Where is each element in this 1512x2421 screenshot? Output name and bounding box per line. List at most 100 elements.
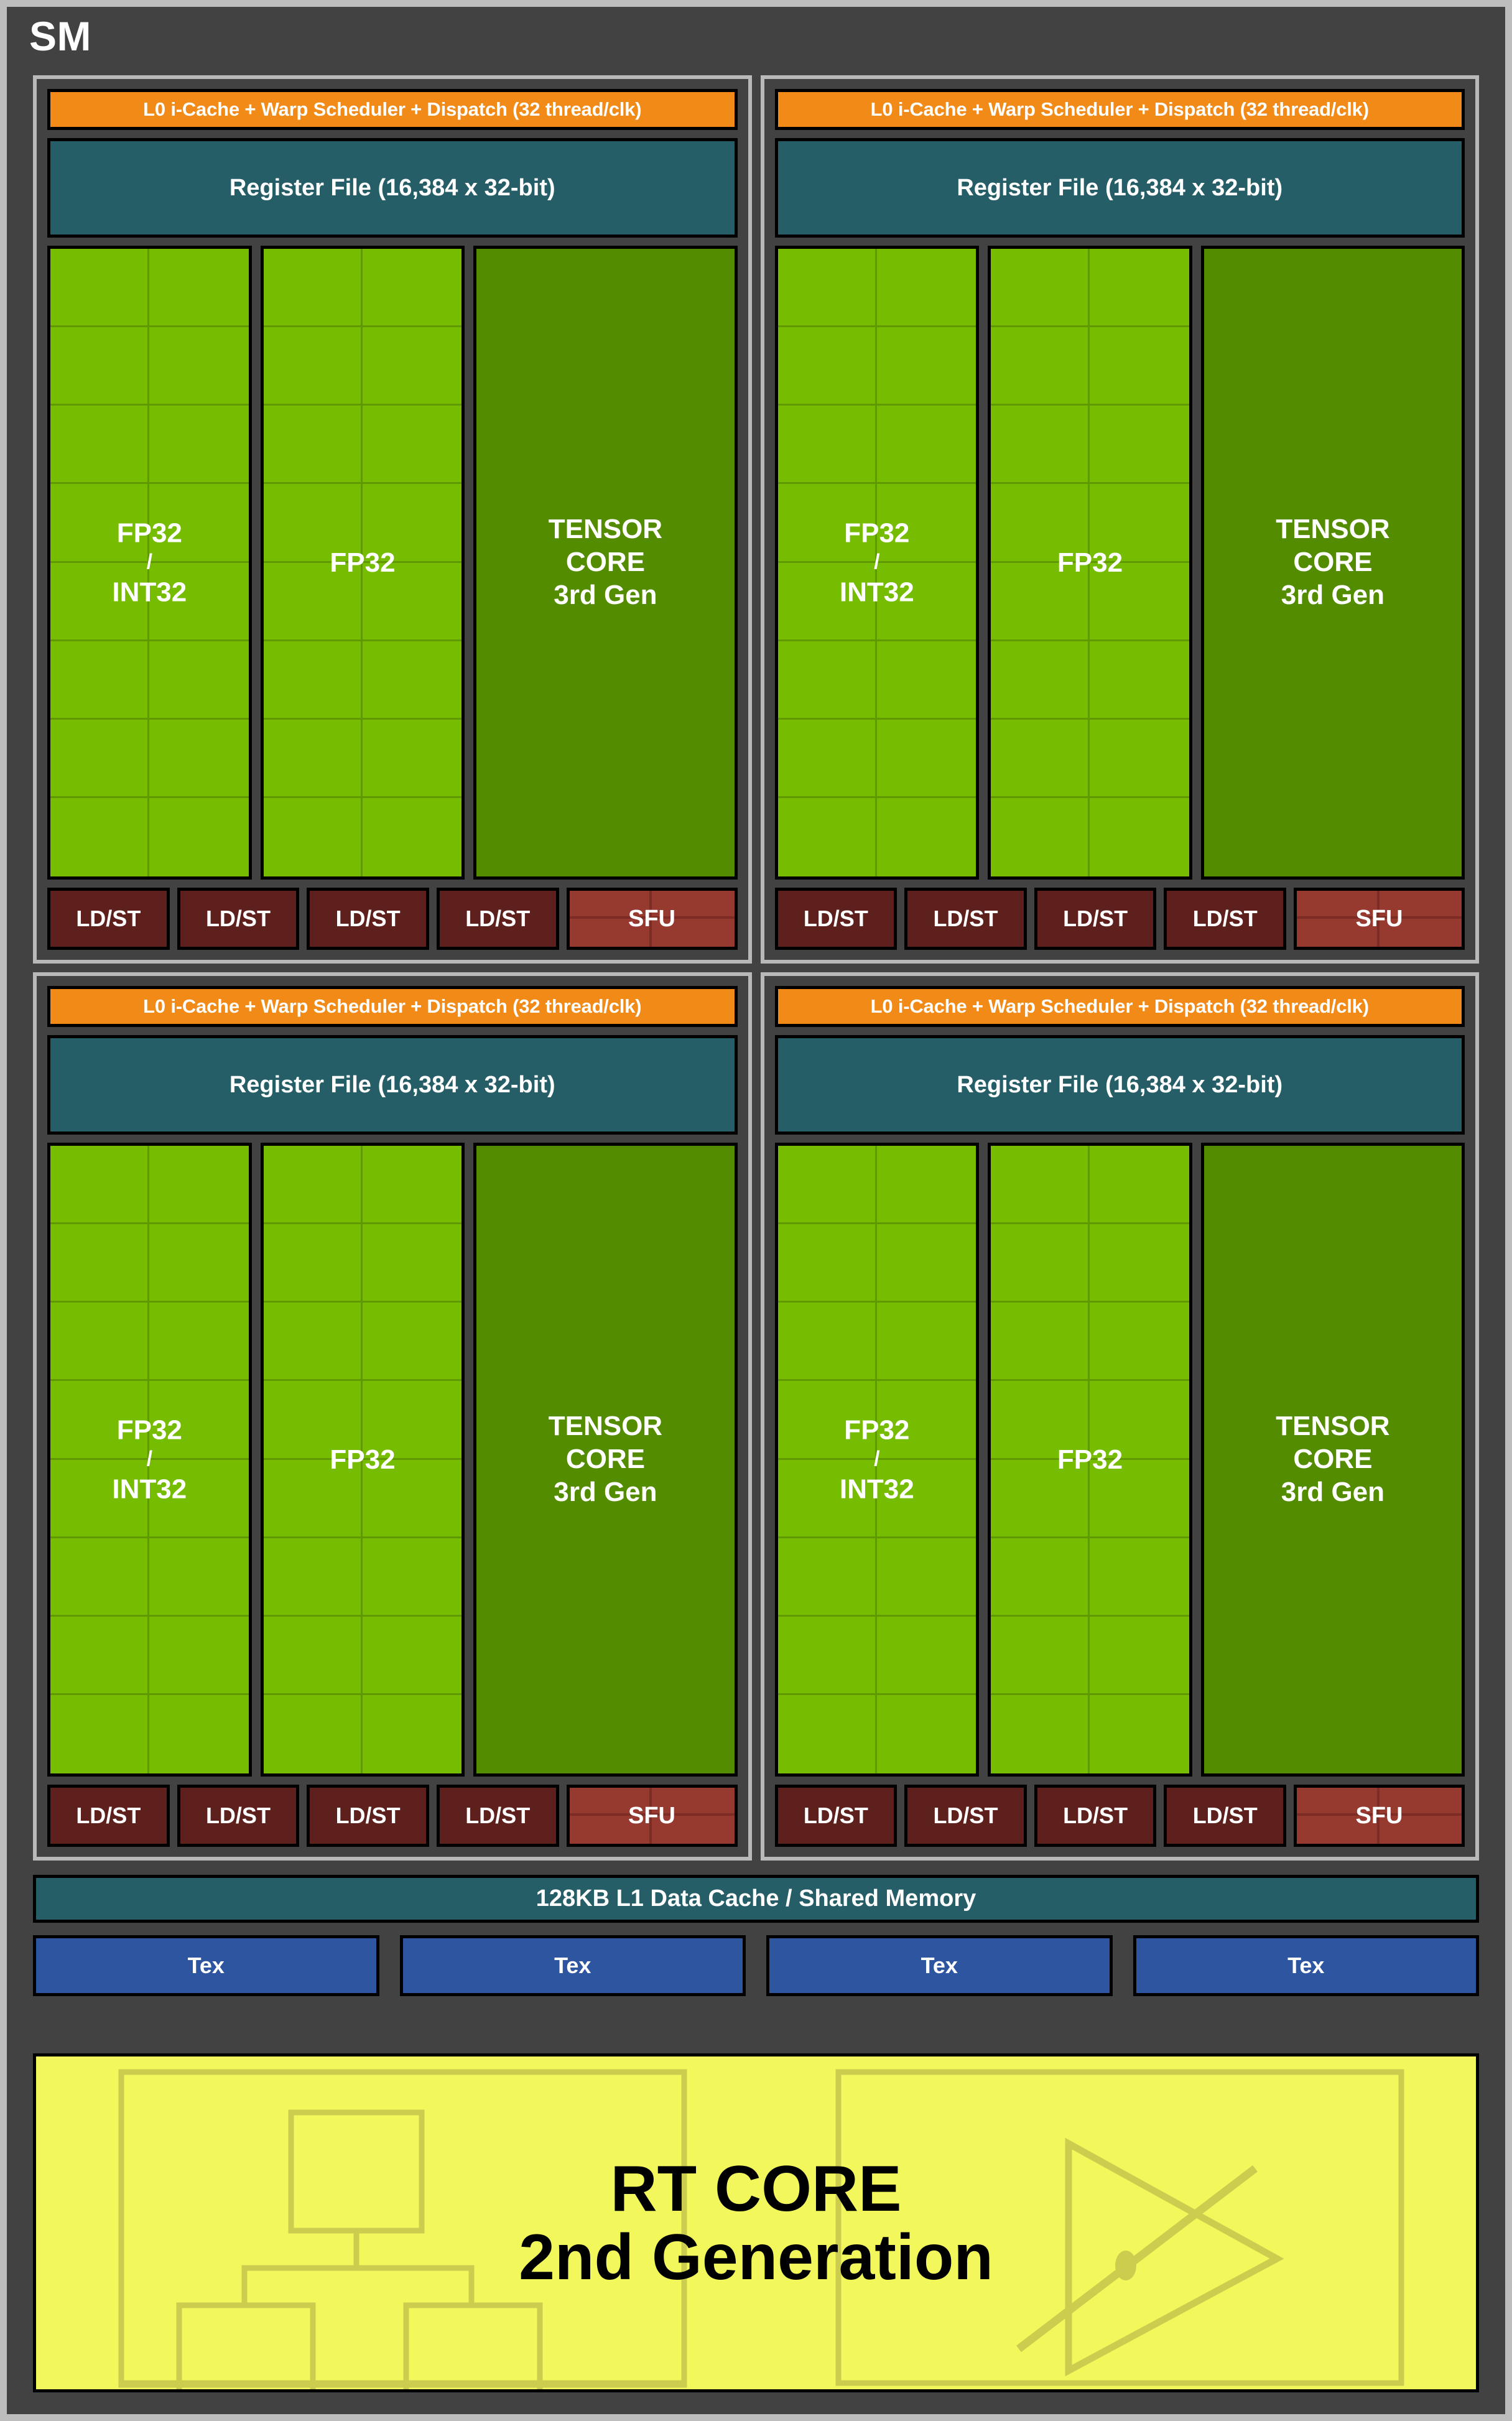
fp32-int32-block[interactable]: FP32 / INT32 <box>774 246 980 880</box>
fp-cell <box>362 1538 462 1617</box>
warp-scheduler-bar[interactable]: L0 i-Cache + Warp Scheduler + Dispatch (… <box>774 986 1465 1027</box>
fp-cell <box>1090 798 1189 876</box>
tensor-core-block[interactable]: TENSOR CORE 3rd Gen <box>473 1143 738 1777</box>
fp-cell <box>991 1381 1090 1460</box>
sfu-unit[interactable]: SFU <box>566 888 738 950</box>
fp-cell <box>876 641 976 720</box>
tensor-core-block[interactable]: TENSOR CORE 3rd Gen <box>1200 246 1465 880</box>
sfu-unit[interactable]: SFU <box>1294 1785 1465 1847</box>
ldst-sfu-row: LD/ST LD/ST LD/ST LD/ST SFU <box>774 888 1465 950</box>
tensor-core-block[interactable]: TENSOR CORE 3rd Gen <box>1200 1143 1465 1777</box>
fp-cell <box>991 1538 1090 1617</box>
ldst-unit[interactable]: LD/ST <box>1034 1785 1157 1847</box>
tex-unit[interactable]: Tex <box>33 1935 379 1996</box>
fp-cell <box>149 327 249 406</box>
fp-cell <box>149 720 249 798</box>
fp32-int32-block[interactable]: FP32 / INT32 <box>774 1143 980 1777</box>
fp-cell <box>877 1695 976 1773</box>
register-file[interactable]: Register File (16,384 x 32-bit) <box>47 138 738 238</box>
fp-cell <box>263 1538 363 1617</box>
register-file[interactable]: Register File (16,384 x 32-bit) <box>774 138 1465 238</box>
core-row: FP32 / INT32 FP32 TENSOR CORE 3rd Gen <box>774 1143 1465 1777</box>
fp-cell <box>876 1224 976 1303</box>
tensor-core-label: TENSOR CORE 3rd Gen <box>549 513 662 611</box>
warp-scheduler-bar[interactable]: L0 i-Cache + Warp Scheduler + Dispatch (… <box>47 986 738 1027</box>
ldst-unit[interactable]: LD/ST <box>1034 888 1157 950</box>
tensor-line-2: CORE <box>1293 547 1373 578</box>
tex-unit[interactable]: Tex <box>399 1935 746 1996</box>
fp-cell <box>50 406 150 485</box>
fp-cell <box>777 719 877 798</box>
ldst-unit[interactable]: LD/ST <box>436 888 559 950</box>
ldst-unit[interactable]: LD/ST <box>1164 1785 1286 1847</box>
core-row: FP32 / INT32 FP32 TENSOR CORE 3rd Gen <box>47 246 738 880</box>
ldst-unit[interactable]: LD/ST <box>904 1785 1027 1847</box>
fp-cell <box>263 406 363 485</box>
fp-cell <box>1090 1303 1189 1382</box>
fp-cell <box>263 719 363 798</box>
fp-cell <box>876 1617 976 1695</box>
tensor-line-2: CORE <box>1293 1444 1373 1475</box>
ldst-unit[interactable]: LD/ST <box>177 1785 300 1847</box>
fp-cell <box>778 1694 877 1773</box>
fp32-block[interactable]: FP32 <box>260 246 465 880</box>
fp-cell <box>777 1224 877 1303</box>
fp-cell <box>991 1146 1090 1225</box>
sfu-unit[interactable]: SFU <box>566 1785 738 1847</box>
tex-unit[interactable]: Tex <box>1133 1935 1479 1996</box>
fp-cell <box>362 1617 462 1695</box>
processing-block-0[interactable]: L0 i-Cache + Warp Scheduler + Dispatch (… <box>33 75 752 964</box>
ldst-unit[interactable]: LD/ST <box>904 888 1027 950</box>
processing-block-2[interactable]: L0 i-Cache + Warp Scheduler + Dispatch (… <box>33 972 752 1861</box>
fp-cell <box>991 562 1090 641</box>
warp-scheduler-bar[interactable]: L0 i-Cache + Warp Scheduler + Dispatch (… <box>774 89 1465 130</box>
core-row: FP32 / INT32 FP32 TENSOR CORE 3rd Gen <box>47 1143 738 1777</box>
ldst-unit[interactable]: LD/ST <box>47 888 170 950</box>
fp32-int32-block[interactable]: FP32 / INT32 <box>47 1143 252 1777</box>
ldst-unit[interactable]: LD/ST <box>177 888 300 950</box>
register-file[interactable]: Register File (16,384 x 32-bit) <box>774 1035 1465 1135</box>
sfu-label: SFU <box>628 905 675 932</box>
bvh-tree-icon <box>118 2069 687 2389</box>
sfu-unit[interactable]: SFU <box>1294 888 1465 950</box>
fp-cell <box>50 562 150 641</box>
processing-block-1[interactable]: L0 i-Cache + Warp Scheduler + Dispatch (… <box>760 75 1479 964</box>
l1-data-cache[interactable]: 128KB L1 Data Cache / Shared Memory <box>33 1875 1479 1923</box>
tex-unit[interactable]: Tex <box>766 1935 1113 1996</box>
fp-cell <box>149 1460 249 1538</box>
fp-cell <box>1090 563 1189 641</box>
fp-cell <box>263 484 363 563</box>
fp-cell <box>362 406 462 485</box>
warp-scheduler-bar[interactable]: L0 i-Cache + Warp Scheduler + Dispatch (… <box>47 89 738 130</box>
sfu-label: SFU <box>1355 905 1403 932</box>
fp-cell <box>876 484 976 563</box>
ldst-unit[interactable]: LD/ST <box>307 1785 429 1847</box>
register-file[interactable]: Register File (16,384 x 32-bit) <box>47 1035 738 1135</box>
fp-cell <box>149 563 249 641</box>
fp-cell <box>50 641 150 720</box>
fp32-block[interactable]: FP32 <box>260 1143 465 1777</box>
tensor-core-block[interactable]: TENSOR CORE 3rd Gen <box>473 246 738 880</box>
rt-core-block[interactable]: RT CORE 2nd Generation <box>33 2053 1479 2392</box>
fp-cell <box>777 1146 877 1225</box>
fp-cell <box>149 484 249 563</box>
fp32-block[interactable]: FP32 <box>988 1143 1192 1777</box>
ldst-unit[interactable]: LD/ST <box>47 1785 170 1847</box>
fp-cell <box>876 406 976 485</box>
tensor-line-1: TENSOR <box>1276 1411 1390 1442</box>
ldst-unit[interactable]: LD/ST <box>1164 888 1286 950</box>
page-title: SM <box>29 13 91 59</box>
processing-block-3[interactable]: L0 i-Cache + Warp Scheduler + Dispatch (… <box>760 972 1479 1861</box>
ldst-unit[interactable]: LD/ST <box>436 1785 559 1847</box>
ldst-unit[interactable]: LD/ST <box>307 888 429 950</box>
fp-cell <box>149 1538 249 1617</box>
fp-cell <box>877 798 976 876</box>
fp-cell <box>149 1146 249 1225</box>
fp-cell <box>363 798 461 876</box>
fp-cell <box>777 641 877 720</box>
ldst-unit[interactable]: LD/ST <box>774 1785 897 1847</box>
fp32-block[interactable]: FP32 <box>988 246 1192 880</box>
fp32-int32-block[interactable]: FP32 / INT32 <box>47 246 252 880</box>
ldst-unit[interactable]: LD/ST <box>774 888 897 950</box>
fp-cell <box>50 1616 150 1695</box>
